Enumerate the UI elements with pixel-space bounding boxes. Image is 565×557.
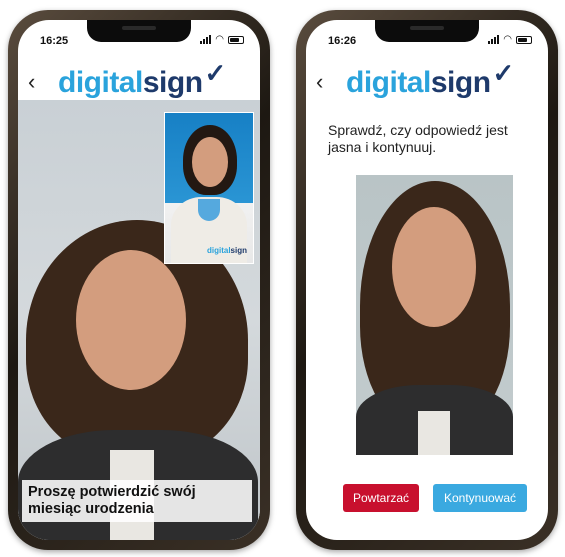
signal-icon [200,35,212,44]
agent-video-pip: digitalsign [164,112,254,264]
digitalsign-logo: digitalsign✓ [58,58,226,99]
status-time: 16:25 [40,35,69,47]
pip-logo: digitalsign [206,246,247,255]
right-phone-screen: 16:26 ◠ ‹ digitalsign✓ Sprawdź, czy odpo… [306,20,548,540]
left-phone-screen: 16:25 ◠ ‹ digitalsign✓ digitalsign Prosz… [18,20,260,540]
continue-button[interactable]: Kontynuować [433,484,527,512]
signal-icon [488,35,500,44]
status-icons: ◠ [488,34,532,45]
notch [87,20,191,42]
retry-button[interactable]: Powtarzać [343,484,419,512]
back-chevron-icon[interactable]: ‹ [28,71,35,93]
right-phone: 16:26 ◠ ‹ digitalsign✓ Sprawdź, czy odpo… [296,10,558,550]
status-time: 16:26 [328,35,357,47]
back-chevron-icon[interactable]: ‹ [316,71,323,93]
left-phone: 16:25 ◠ ‹ digitalsign✓ digitalsign Prosz… [8,10,270,550]
digitalsign-logo: digitalsign✓ [346,58,514,99]
question-caption: Proszę potwierdzić swój miesiąc urodzeni… [22,480,252,522]
status-icons: ◠ [200,34,244,45]
agent-video-person [165,113,253,263]
wifi-icon: ◠ [503,34,512,45]
captured-photo [356,175,513,455]
notch [375,20,479,42]
battery-icon [516,35,532,44]
captured-photo-person [356,175,513,455]
battery-icon [228,35,244,44]
review-prompt: Sprawdź, czy odpowiedź jest jasna i kont… [328,122,508,155]
wifi-icon: ◠ [215,34,224,45]
